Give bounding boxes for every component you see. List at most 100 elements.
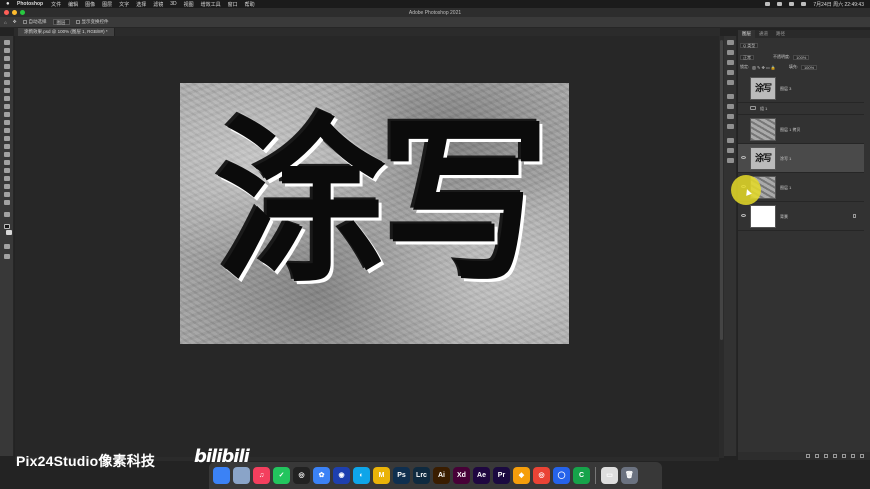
pen-tool-icon[interactable] (4, 160, 10, 165)
more-tools-icon[interactable] (4, 212, 10, 217)
patterns-panel-icon[interactable] (727, 148, 734, 153)
adjustment-layer-icon[interactable] (833, 454, 837, 458)
properties-panel-icon[interactable] (727, 70, 734, 75)
dock-app-icon[interactable]: 🗑 (621, 467, 638, 484)
zoom-window-button[interactable] (20, 10, 25, 15)
layer-group-row[interactable]: 组 1 (738, 103, 864, 115)
dock-app-icon[interactable]: Lrc (413, 467, 430, 484)
menu-select[interactable]: 选择 (136, 1, 146, 8)
menu-layer[interactable]: 图层 (102, 1, 112, 8)
dock-app-icon[interactable]: Pr (493, 467, 510, 484)
dock-app-icon[interactable]: ◎ (533, 467, 550, 484)
dock-app-icon[interactable]: C (573, 467, 590, 484)
history-panel-icon[interactable] (727, 40, 734, 45)
auto-select-checkbox[interactable]: 自动选择 (22, 19, 47, 25)
menu-file[interactable]: 文件 (51, 1, 61, 8)
show-transform-checkbox[interactable]: 显示变换控件 (75, 19, 109, 25)
menu-3d[interactable]: 3D (170, 1, 176, 7)
link-layers-icon[interactable] (806, 454, 810, 458)
color-panel-icon[interactable] (727, 114, 734, 119)
delete-layer-icon[interactable] (860, 454, 864, 458)
menu-type[interactable]: 文字 (119, 1, 129, 8)
adjustments-panel-icon[interactable] (727, 94, 734, 99)
layer-row[interactable]: 图层 1 拷贝 (738, 115, 864, 144)
menu-app-name[interactable]: Photoshop (17, 1, 43, 7)
gradient-tool-icon[interactable] (4, 136, 10, 141)
dock-app-icon[interactable]: Xd (453, 467, 470, 484)
menu-view[interactable]: 视图 (184, 1, 194, 8)
layer-row-selected[interactable]: 涂写 涂写 1 (738, 144, 864, 173)
menu-window[interactable]: 窗口 (228, 1, 238, 8)
move-tool-icon[interactable]: ✥ (13, 19, 17, 25)
menu-image[interactable]: 图像 (85, 1, 95, 8)
new-layer-icon[interactable] (851, 454, 855, 458)
rectangle-tool-icon[interactable] (4, 184, 10, 189)
document-canvas[interactable]: 涂写 (180, 83, 569, 344)
apple-icon[interactable]: ● (6, 1, 12, 7)
dock-app-icon[interactable]: M (373, 467, 390, 484)
healing-tool-icon[interactable] (4, 96, 10, 101)
screen-mode-icon[interactable] (4, 254, 10, 259)
battery-icon[interactable] (789, 2, 795, 6)
search-icon[interactable] (801, 2, 807, 6)
tab-channels[interactable]: 通道 (755, 30, 772, 38)
status-icon[interactable] (765, 2, 771, 6)
wifi-icon[interactable] (777, 2, 783, 6)
tab-paths[interactable]: 路径 (772, 30, 789, 38)
dock-app-icon[interactable]: ✿ (313, 467, 330, 484)
dodge-tool-icon[interactable] (4, 152, 10, 157)
clock[interactable]: 7月24日 周六 22:49:43 (813, 1, 864, 8)
vertical-scroll-thumb[interactable] (720, 40, 723, 340)
styles-panel-icon[interactable] (727, 158, 734, 163)
lock-icons[interactable]: ▧ ✎ ✥ ▭ 🔒 (752, 65, 776, 70)
quick-select-tool-icon[interactable] (4, 64, 10, 69)
background-color-swatch[interactable] (6, 230, 12, 235)
layer-row[interactable]: 涂写 图层 3 (738, 74, 864, 103)
brush-tool-icon[interactable] (4, 104, 10, 109)
hand-tool-icon[interactable] (4, 192, 10, 197)
dock-app-icon[interactable]: ◆ (513, 467, 530, 484)
lasso-tool-icon[interactable] (4, 56, 10, 61)
paragraph-panel-icon[interactable] (727, 60, 734, 65)
foreground-color-swatch[interactable] (4, 224, 10, 229)
dock-app-icon[interactable]: ✓ (273, 467, 290, 484)
menu-edit[interactable]: 编辑 (68, 1, 78, 8)
frame-tool-icon[interactable] (4, 80, 10, 85)
minimize-window-button[interactable] (12, 10, 17, 15)
add-mask-icon[interactable] (824, 454, 828, 458)
gradient-panel-icon[interactable] (727, 138, 734, 143)
dock-app-icon[interactable]: ♫ (253, 467, 270, 484)
layer-row[interactable]: 背景 (738, 202, 864, 231)
menu-help[interactable]: 帮助 (245, 1, 255, 8)
crop-tool-icon[interactable] (4, 72, 10, 77)
dock-app-icon[interactable]: ◎ (293, 467, 310, 484)
visibility-eye-icon[interactable] (741, 214, 746, 217)
dock-app-icon[interactable] (233, 467, 250, 484)
layer-kind-filter[interactable]: Q 类型 (740, 43, 759, 48)
path-select-tool-icon[interactable] (4, 176, 10, 181)
eraser-tool-icon[interactable] (4, 128, 10, 133)
marquee-tool-icon[interactable] (4, 48, 10, 53)
home-icon[interactable]: ⌂ (4, 20, 7, 25)
blur-tool-icon[interactable] (4, 144, 10, 149)
close-window-button[interactable] (4, 10, 9, 15)
menu-filter[interactable]: 滤镜 (153, 1, 163, 8)
dock-app-icon[interactable]: ◐ (353, 467, 370, 484)
libraries-panel-icon[interactable] (727, 104, 734, 109)
type-tool-icon[interactable] (4, 168, 10, 173)
eyedropper-tool-icon[interactable] (4, 88, 10, 93)
blend-mode-dropdown[interactable]: 正常 (740, 54, 754, 60)
zoom-tool-icon[interactable] (4, 200, 10, 205)
dock-app-icon[interactable] (213, 467, 230, 484)
history-brush-tool-icon[interactable] (4, 120, 10, 125)
swatches-panel-icon[interactable] (727, 124, 734, 129)
character-panel-icon[interactable] (727, 50, 734, 55)
tab-layers[interactable]: 图层 (738, 30, 755, 38)
document-tab[interactable]: 涂鸦效果.psd @ 100% (图层 1, RGB/8#) * (18, 28, 115, 36)
fill-field[interactable]: 100% (800, 64, 818, 70)
visibility-eye-icon[interactable] (741, 156, 746, 159)
quick-mask-icon[interactable] (4, 244, 10, 249)
move-tool-icon[interactable] (4, 40, 10, 45)
dock-app-icon[interactable]: ▭ (601, 467, 618, 484)
dock-app-icon[interactable]: ◯ (553, 467, 570, 484)
